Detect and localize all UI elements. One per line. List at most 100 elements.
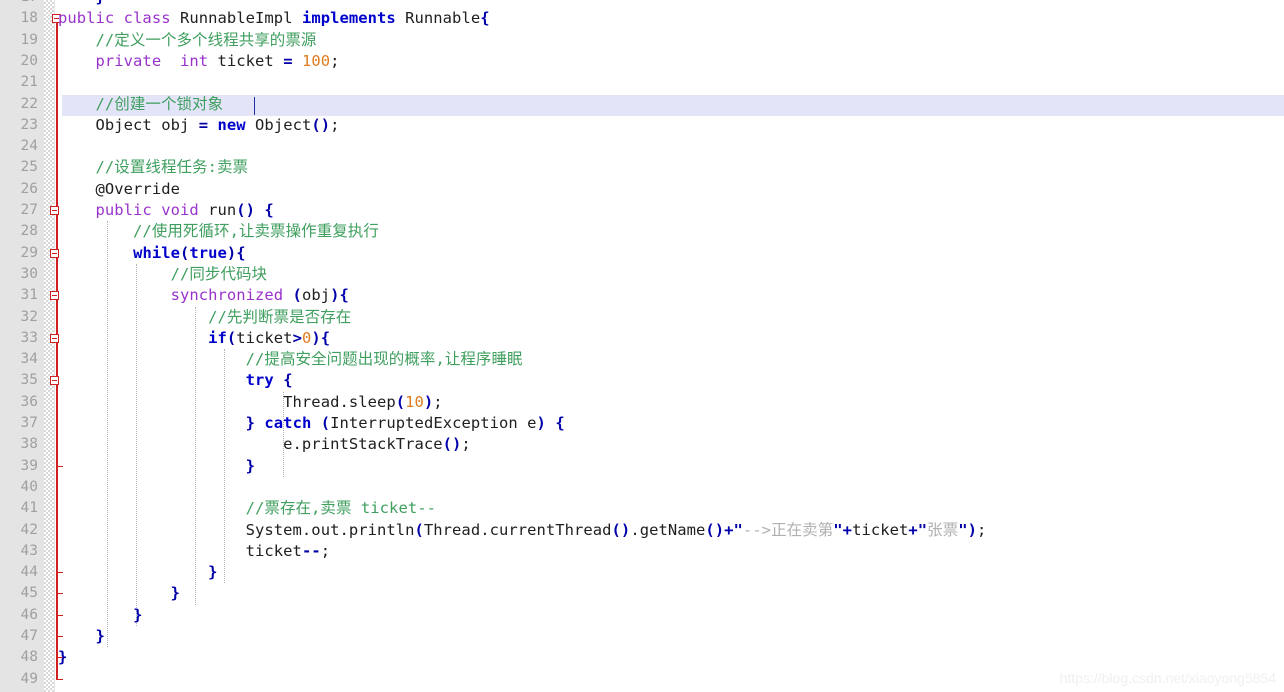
code-token: ( — [226, 328, 237, 347]
code-token: //定义一个多个线程共享的票源 — [58, 30, 317, 49]
code-token: 张票 — [927, 520, 959, 539]
code-line[interactable]: } — [58, 562, 218, 583]
code-line[interactable]: //定义一个多个线程共享的票源 — [58, 30, 317, 51]
code-token: { — [480, 9, 490, 28]
code-token: -->正在卖第 — [742, 520, 834, 539]
code-token: new — [217, 115, 246, 134]
code-token: " — [733, 520, 743, 539]
code-token: ) — [226, 243, 237, 262]
code-token: = — [283, 51, 293, 70]
code-token: { — [264, 201, 274, 219]
code-token: } — [96, 0, 105, 6]
code-token: ; — [330, 51, 340, 70]
code-token: () — [311, 115, 331, 134]
code-token: () — [442, 435, 462, 454]
code-line[interactable]: //票存在,卖票 ticket-- — [58, 498, 436, 519]
code-token: ( — [292, 286, 302, 305]
code-token: ( — [414, 520, 424, 539]
code-token: //票存在,卖票 ticket-- — [58, 499, 436, 518]
code-text-area[interactable]: } public class RunnableImpl implements Ru… — [0, 0, 1284, 692]
code-token: ; — [433, 392, 443, 411]
watermark-text: https://blog.csdn.net/xiaoyong5854 — [1059, 670, 1276, 686]
code-line[interactable]: //设置线程任务:卖票 — [58, 157, 249, 178]
code-line[interactable]: //使用死循环,让卖票操作重复执行 — [58, 221, 379, 242]
code-token: run — [208, 201, 237, 219]
code-line[interactable]: //先判断票是否存在 — [58, 307, 351, 328]
code-token: //提高安全问题出现的概率,让程序睡眠 — [58, 350, 523, 369]
code-line[interactable]: } — [58, 605, 142, 626]
code-editor[interactable]: 1718192021222324252627282930313233343536… — [0, 0, 1284, 692]
code-token: ( — [179, 243, 190, 262]
code-token: @Override — [58, 179, 180, 198]
code-token: //创建一个锁对象 — [58, 94, 224, 113]
code-line[interactable]: Object obj = new Object(); — [58, 115, 340, 136]
code-token: ( — [320, 414, 331, 432]
code-token: InterruptedException e — [330, 414, 537, 432]
code-token: 100 — [301, 51, 331, 70]
code-line[interactable]: while(true){ — [58, 243, 246, 264]
text-caret — [254, 96, 256, 115]
code-line[interactable]: System.out.println(Thread.currentThread(… — [58, 520, 987, 541]
code-line[interactable]: } — [58, 583, 180, 604]
code-line[interactable]: } — [58, 647, 67, 668]
code-token: Runnable — [395, 9, 481, 28]
code-token: ticket — [236, 328, 293, 347]
code-token: } — [133, 605, 143, 624]
code-token: implements — [301, 9, 396, 28]
code-token: private int — [58, 51, 218, 70]
code-token: //设置线程任务:卖票 — [58, 158, 249, 177]
code-line[interactable]: } — [58, 456, 255, 477]
code-token: ; — [977, 520, 987, 539]
code-token: () — [611, 520, 631, 539]
code-line[interactable]: ticket--; — [58, 541, 330, 562]
code-line[interactable]: //提高安全问题出现的概率,让程序睡眠 — [58, 349, 523, 370]
code-token: } — [95, 627, 105, 645]
code-token: true — [189, 243, 227, 262]
code-token: { — [555, 414, 565, 432]
code-token: { — [283, 371, 293, 390]
code-token: catch — [264, 414, 312, 432]
code-token: System.out.println — [58, 520, 415, 539]
code-token: public class — [58, 9, 180, 28]
code-line[interactable]: public class RunnableImpl implements Run… — [58, 8, 490, 29]
code-token: " — [958, 520, 968, 539]
code-line[interactable]: } — [58, 626, 105, 647]
code-token: } — [245, 414, 256, 432]
code-token: if — [208, 328, 227, 347]
code-token: public void — [58, 201, 209, 219]
code-token: " — [833, 520, 843, 539]
code-token: () — [705, 520, 725, 539]
code-token: ; — [461, 435, 471, 454]
code-token: Object — [245, 115, 312, 134]
code-line[interactable]: //同步代码块 — [58, 264, 267, 285]
code-token: try — [245, 371, 274, 390]
code-line[interactable]: } catch (InterruptedException e) { — [58, 413, 565, 434]
code-line[interactable]: Thread.sleep(10); — [58, 392, 443, 413]
code-line[interactable]: //创建一个锁对象 — [58, 94, 224, 115]
code-token: Object obj — [58, 115, 199, 134]
code-token: } — [245, 456, 256, 475]
code-line[interactable]: e.printStackTrace(); — [58, 434, 471, 455]
code-token: ; — [330, 115, 340, 134]
code-token: ticket — [58, 541, 302, 560]
code-token: ) — [536, 414, 546, 432]
code-line[interactable]: private int ticket = 100; — [58, 51, 340, 72]
code-token: while — [133, 243, 180, 262]
code-line[interactable]: synchronized (obj){ — [58, 285, 349, 306]
code-line[interactable]: try { — [58, 370, 293, 391]
code-token: ticket — [217, 51, 284, 70]
code-token: ; — [320, 541, 331, 560]
code-line[interactable]: @Override — [58, 179, 180, 200]
code-line[interactable]: if(ticket>0){ — [58, 328, 330, 349]
code-token: { — [339, 286, 349, 305]
code-line[interactable]: } — [58, 0, 105, 8]
code-line[interactable]: public void run() { — [58, 200, 274, 221]
